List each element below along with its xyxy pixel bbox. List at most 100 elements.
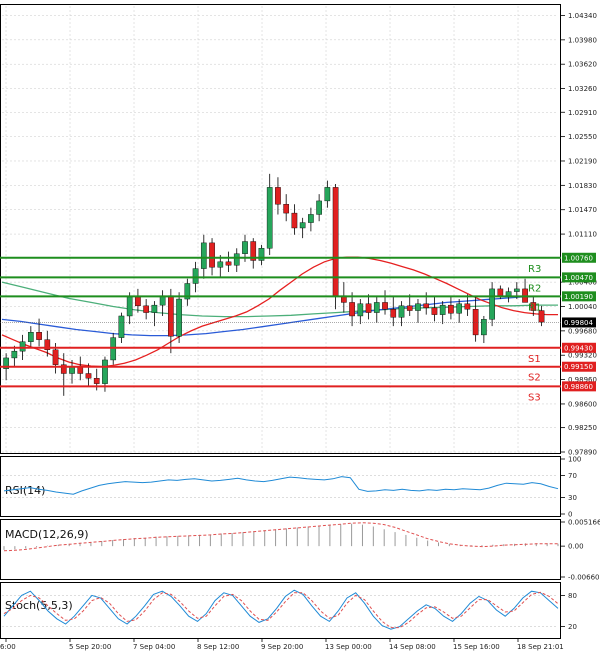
candle-body <box>316 200 322 215</box>
candle <box>489 282 495 327</box>
y-tick-label: 1.04340 <box>568 12 597 20</box>
x-tick-label: 9 Sep 20:00 <box>261 643 303 651</box>
candle-body <box>481 319 487 336</box>
level-badge-value: 0.98860 <box>564 383 593 391</box>
candle-body <box>382 302 388 310</box>
y-tick-label: 1.01470 <box>568 206 597 214</box>
candle-body <box>431 307 438 315</box>
pane-tick-label: -0.006608 <box>568 574 600 582</box>
candle-body <box>225 261 232 266</box>
candle-body <box>19 341 26 352</box>
x-tick-label: 15 Sep 16:00 <box>453 643 500 651</box>
pane-tick-label: 30 <box>568 494 577 502</box>
candle-body <box>283 204 290 214</box>
candle-body <box>168 295 174 337</box>
candle-body <box>242 241 248 254</box>
candle-body <box>332 187 339 296</box>
candle-body <box>513 288 520 292</box>
candle-body <box>209 242 215 268</box>
y-tick-label: 1.00040 <box>568 303 597 311</box>
level-badge-value: 0.99150 <box>564 363 593 371</box>
y-tick-label: 1.02190 <box>568 157 597 165</box>
y-tick-label: 1.02550 <box>568 133 597 141</box>
candle-body <box>118 315 125 338</box>
candle-body <box>77 366 84 374</box>
candle-body <box>489 288 495 320</box>
candle-body <box>176 298 182 337</box>
candle-body <box>439 304 446 315</box>
candle-body <box>423 303 430 309</box>
y-tick-label: 1.01110 <box>568 231 597 239</box>
candle-body <box>308 214 314 223</box>
level-badge-value: 1.00470 <box>564 274 593 282</box>
y-tick-label: 1.03980 <box>568 36 597 44</box>
candle <box>176 292 182 344</box>
stoch-title: Stoch(5,5,3) <box>5 599 73 612</box>
candle-body <box>448 304 454 314</box>
candle-body <box>497 288 504 296</box>
candle-body <box>415 303 421 311</box>
candle-body <box>151 304 158 313</box>
candle-body <box>299 222 306 229</box>
current-price-value: 0.99804 <box>564 319 593 327</box>
x-tick-label: 18 Sep 21:01 <box>517 643 564 651</box>
pane-tick-label: 80 <box>568 592 577 600</box>
y-tick-label: 1.01830 <box>568 182 597 190</box>
candle-body <box>126 296 133 317</box>
level-label-r2: R2 <box>528 283 541 294</box>
chart-background <box>0 0 600 652</box>
candle-body <box>93 378 100 384</box>
candle-body <box>398 305 405 318</box>
level-label-r1: R1 <box>528 302 541 313</box>
candle-body <box>291 212 298 229</box>
pane-tick-label: 100 <box>568 456 581 464</box>
candle-body <box>143 305 149 313</box>
level-badge-value: 1.00190 <box>564 293 593 301</box>
candle-body <box>102 359 108 384</box>
candle-body <box>365 303 372 313</box>
candle-body <box>349 302 355 317</box>
y-tick-label: 1.03620 <box>568 61 597 69</box>
candle-body <box>69 366 75 374</box>
x-tick-label: 13 Sep 00:00 <box>325 643 372 651</box>
candle-body <box>27 332 34 342</box>
level-label-s2: S2 <box>528 373 541 384</box>
price-chart: 1.04340 1.03980 1.03620 1.03260 1.02910 1.025… <box>0 0 600 652</box>
candle-body <box>464 303 471 310</box>
level-label-s1: S1 <box>528 354 541 365</box>
x-tick-label: 7 Sep 04:00 <box>133 643 175 651</box>
y-tick-label: 1.02910 <box>568 109 597 117</box>
candle-body <box>52 349 59 365</box>
candle-body <box>275 187 281 205</box>
y-tick-label: 1.03260 <box>568 85 597 93</box>
x-tick-label: 6:00 <box>0 643 16 651</box>
candle <box>110 332 117 365</box>
candle <box>332 183 339 310</box>
pane-tick-label: 0.00 <box>568 543 584 551</box>
level-badge-value: 1.00760 <box>564 254 593 262</box>
candle-body <box>390 308 397 318</box>
y-tick-label: 0.99680 <box>568 327 597 335</box>
macd-title: MACD(12,26,9) <box>5 528 89 541</box>
x-tick-label: 8 Sep 12:00 <box>197 643 239 651</box>
y-tick-label: 0.98600 <box>568 400 597 408</box>
candle-body <box>456 303 462 314</box>
level-label-s3: S3 <box>528 392 541 403</box>
candle-body <box>36 332 42 340</box>
candle-body <box>505 291 512 296</box>
candle-body <box>233 253 240 266</box>
level-label-r3: R3 <box>528 264 541 275</box>
x-tick-label: 14 Sep 08:00 <box>389 643 436 651</box>
candle-body <box>472 308 479 336</box>
pane-tick-label: 20 <box>568 623 577 631</box>
pane-tick-label: 0.005166 <box>568 519 600 527</box>
candle-body <box>373 302 380 313</box>
candle-body <box>324 187 331 202</box>
candle-body <box>11 350 18 359</box>
candle-body <box>406 305 413 311</box>
pane-tick-label: 70 <box>568 472 577 480</box>
candle-body <box>200 242 207 269</box>
x-tick-label: 5 Sep 20:00 <box>69 643 111 651</box>
candle-body <box>192 268 199 284</box>
y-tick-label: 0.98250 <box>568 424 597 432</box>
